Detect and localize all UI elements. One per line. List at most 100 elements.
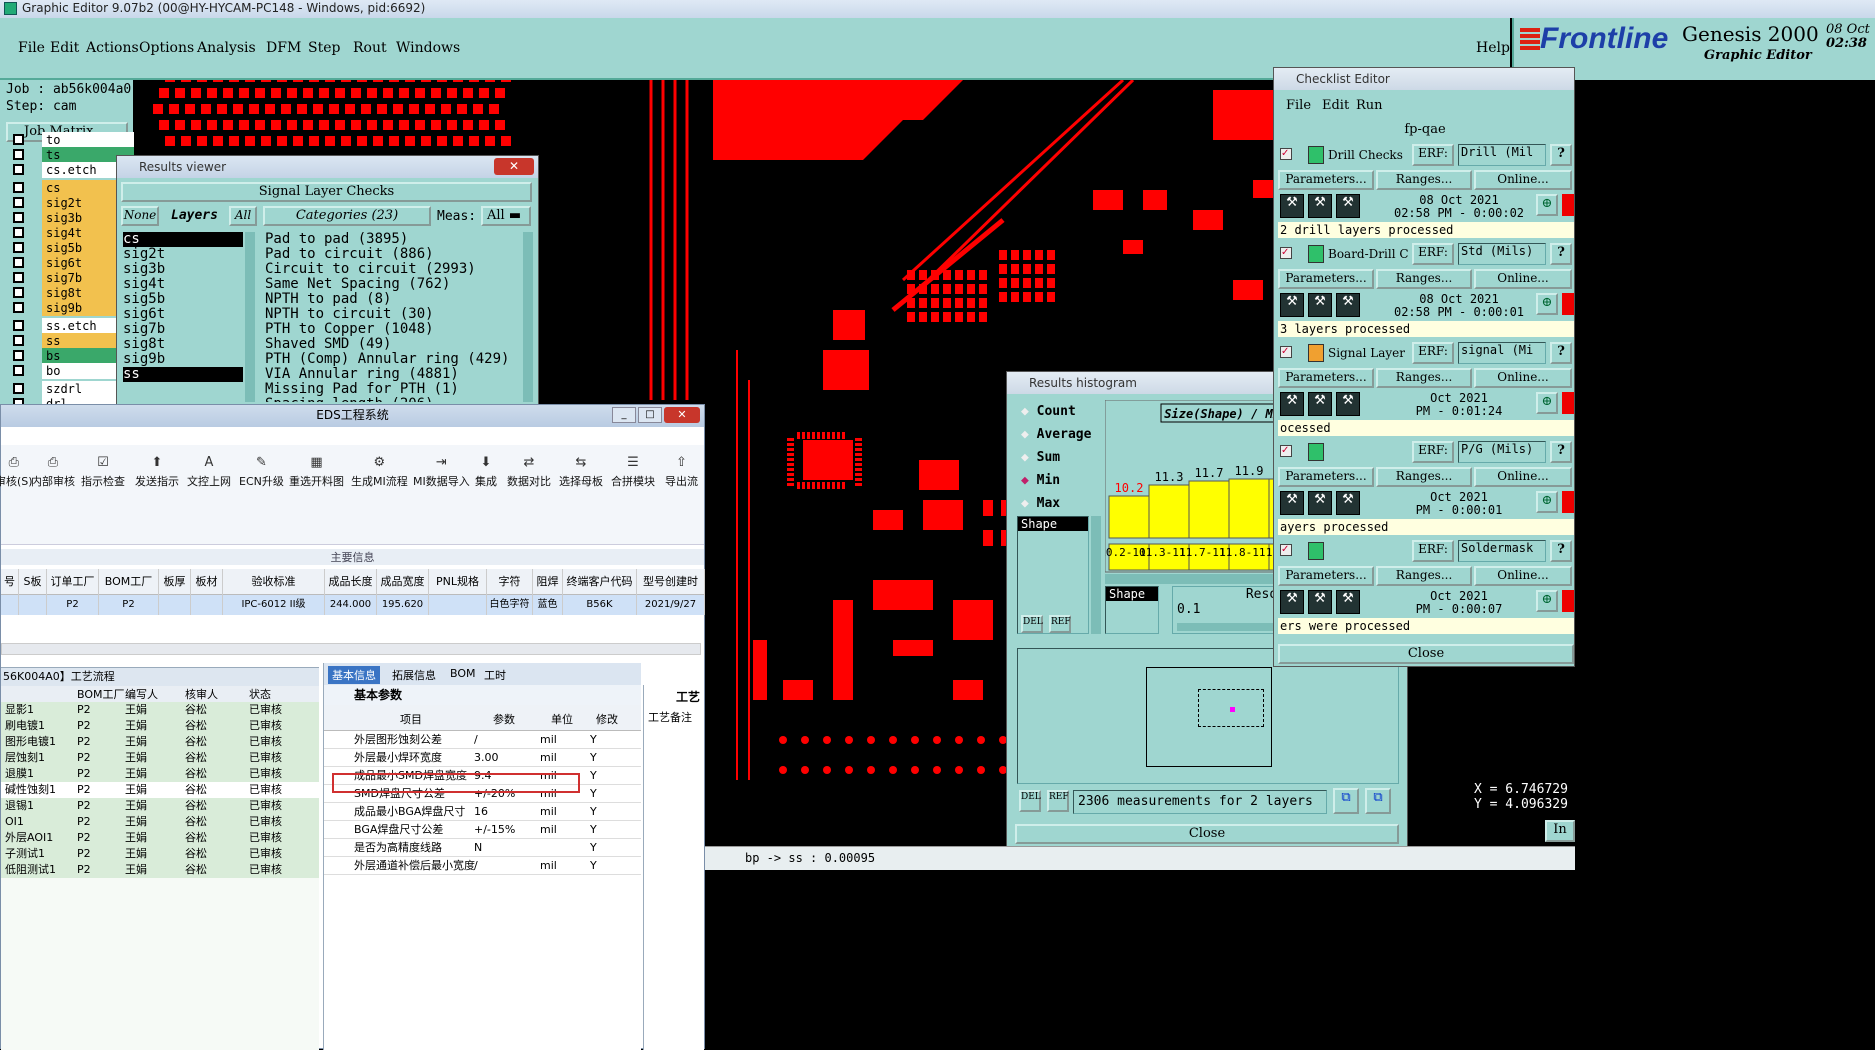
menu-help[interactable]: Help: [1476, 40, 1510, 56]
layer-checkbox[interactable]: [13, 149, 24, 160]
mode-min[interactable]: ◆ Min: [1021, 473, 1060, 488]
eds-tool-button[interactable]: A 文控上网: [187, 455, 231, 489]
cl-menu-run[interactable]: Run: [1356, 98, 1383, 113]
eds-col-header[interactable]: 验收标准: [223, 569, 325, 595]
flow-row[interactable]: 图形电镀1 P2 王娟 谷松 已审核: [1, 734, 319, 750]
erf-button[interactable]: ERF:: [1412, 243, 1454, 265]
run-all-icon[interactable]: ⚒: [1336, 194, 1360, 218]
run-all-icon[interactable]: ⚒: [1336, 392, 1360, 416]
layer-checkbox[interactable]: [13, 365, 24, 376]
histogram-bar[interactable]: [1228, 478, 1270, 539]
layer-row-bo[interactable]: bo: [8, 363, 134, 379]
erf-value[interactable]: Std (Mils): [1458, 243, 1546, 265]
flow-rows[interactable]: 显影1 P2 王娟 谷松 已审核 刷电镀1 P2 王娟 谷松 已审核 图形电镀1 P2 王娟 谷松 已审核层…: [1, 702, 319, 878]
run-icon[interactable]: ⚒: [1280, 293, 1304, 317]
eds-maximize-icon[interactable]: □: [638, 407, 662, 423]
menu-options[interactable]: Options: [139, 40, 194, 56]
eds-hscrollbar[interactable]: [1, 643, 701, 655]
run-icon[interactable]: ⚒: [1280, 590, 1304, 614]
param-cell[interactable]: 3.00: [474, 749, 499, 767]
help-question-icon[interactable]: ?: [1550, 441, 1572, 463]
layers-all-button[interactable]: All: [229, 206, 257, 226]
layer-checkbox[interactable]: [13, 197, 24, 208]
eds-col-header[interactable]: 型号创建时: [637, 569, 705, 595]
rv-category-item[interactable]: PTH to Copper (1048): [265, 322, 521, 337]
rv-category-item[interactable]: Circuit to circuit (2993): [265, 262, 521, 277]
eds-col-header[interactable]: 成品长度: [325, 569, 377, 595]
flow-row[interactable]: 退膜1 P2 王娟 谷松 已审核: [1, 766, 319, 782]
run-all-icon[interactable]: ⚒: [1336, 491, 1360, 515]
ref-button[interactable]: REF: [1049, 615, 1071, 633]
mode-count[interactable]: ◆ Count: [1021, 404, 1076, 419]
param-row[interactable]: BGA焊盘尺寸公差 +/-15% mil Y: [324, 821, 641, 839]
layer-row-sig8t[interactable]: sig8t: [8, 285, 134, 301]
menu-file[interactable]: File: [18, 40, 45, 56]
layer-row-sig9b[interactable]: sig9b: [8, 300, 134, 316]
eds-col-header[interactable]: 成品宽度: [377, 569, 429, 595]
eds-tool-button[interactable]: ✎ ECN升级: [239, 455, 284, 489]
flow-row[interactable]: 低阻测试1 P2 王娟 谷松 已审核: [1, 862, 319, 878]
help-question-icon[interactable]: ?: [1550, 144, 1572, 166]
eds-col-header[interactable]: S板: [19, 569, 47, 595]
flow-row[interactable]: 碱性蚀刻1 P2 王娟 谷松 已审核: [1, 782, 319, 798]
menu-edit[interactable]: Edit: [50, 40, 79, 56]
cl-menu-file[interactable]: File: [1286, 98, 1311, 113]
run-selected-icon[interactable]: ⚒: [1308, 491, 1332, 515]
run-selected-icon[interactable]: ⚒: [1308, 293, 1332, 317]
layer-row-sig7b[interactable]: sig7b: [8, 270, 134, 286]
close-icon[interactable]: ✕: [494, 158, 534, 175]
category-list-scrollbar[interactable]: [523, 232, 533, 402]
eds-col-header[interactable]: BOM工厂: [99, 569, 159, 595]
check-name[interactable]: Signal Layer Ch: [1328, 346, 1408, 360]
ranges-button[interactable]: Ranges...: [1376, 566, 1472, 586]
rv-layer-item[interactable]: sig8t: [123, 337, 243, 352]
layer-checkbox[interactable]: [13, 320, 24, 331]
check-name[interactable]: Drill Checks: [1328, 148, 1408, 162]
zoom-area-icon[interactable]: ⧉: [1365, 788, 1391, 814]
erf-button[interactable]: ERF:: [1412, 540, 1454, 562]
menu-windows[interactable]: Windows: [396, 40, 460, 56]
rv-layer-item[interactable]: sig7b: [123, 322, 243, 337]
rv-layer-item[interactable]: sig3b: [123, 262, 243, 277]
erf-value[interactable]: Drill (Mil: [1458, 144, 1546, 166]
zoom-results-icon[interactable]: ⊕: [1536, 194, 1558, 216]
layer-row-cs.etch[interactable]: cs.etch: [8, 162, 134, 178]
menu-step[interactable]: Step: [308, 40, 340, 56]
ref-button-2[interactable]: REF: [1047, 790, 1069, 812]
run-all-icon[interactable]: ⚒: [1336, 590, 1360, 614]
layer-checkbox[interactable]: [13, 335, 24, 346]
param-cell[interactable]: N: [474, 839, 482, 857]
eds-tool-button[interactable]: ⬇ 集成: [475, 455, 497, 489]
run-selected-icon[interactable]: ⚒: [1308, 590, 1332, 614]
checklist-checkbox[interactable]: ✓: [1280, 346, 1292, 358]
help-question-icon[interactable]: ?: [1550, 243, 1572, 265]
checklist-close-button[interactable]: Close: [1278, 644, 1574, 664]
histogram-bar[interactable]: [1108, 495, 1150, 539]
eds-tool-button[interactable]: ⇆ 选择母板: [559, 455, 603, 489]
eds-tool-button[interactable]: ⇧ 导出流: [665, 455, 698, 489]
layer-checkbox[interactable]: [13, 272, 24, 283]
histogram-close-button[interactable]: Close: [1015, 824, 1399, 844]
ranges-button[interactable]: Ranges...: [1376, 269, 1472, 289]
run-all-icon[interactable]: ⚒: [1336, 293, 1360, 317]
erf-value[interactable]: Soldermask: [1458, 540, 1546, 562]
eds-tool-button[interactable]: ⎙ 内部审核: [31, 455, 75, 489]
eds-grid-row[interactable]: P2 P2 IPC-6012 II级 244.000 195.620 白色字符 蓝色 B56K…: [1, 595, 705, 615]
param-cell[interactable]: 16: [474, 803, 488, 821]
layer-row-ss[interactable]: ss: [8, 333, 134, 349]
param-cell[interactable]: /: [474, 857, 478, 875]
ranges-button[interactable]: Ranges...: [1376, 170, 1472, 190]
eds-col-header[interactable]: 阻焊: [533, 569, 563, 595]
eds-tool-button[interactable]: ⎙ 审核(S): [0, 455, 33, 489]
checklist-checkbox[interactable]: ✓: [1280, 247, 1292, 259]
rv-category-item[interactable]: VIA Annular ring (4881): [265, 367, 521, 382]
menu-analysis[interactable]: Analysis: [197, 40, 256, 56]
shape-scrollbar[interactable]: [1091, 516, 1101, 634]
eds-tool-button[interactable]: ⇥ MI数据导入: [413, 455, 470, 489]
run-selected-icon[interactable]: ⚒: [1308, 194, 1332, 218]
online-button[interactable]: Online...: [1474, 269, 1572, 289]
eds-tool-button[interactable]: ⬆ 发送指示: [135, 455, 179, 489]
online-button[interactable]: Online...: [1474, 467, 1572, 487]
rv-layer-item[interactable]: sig2t: [123, 247, 243, 262]
layer-row-sig4t[interactable]: sig4t: [8, 225, 134, 241]
